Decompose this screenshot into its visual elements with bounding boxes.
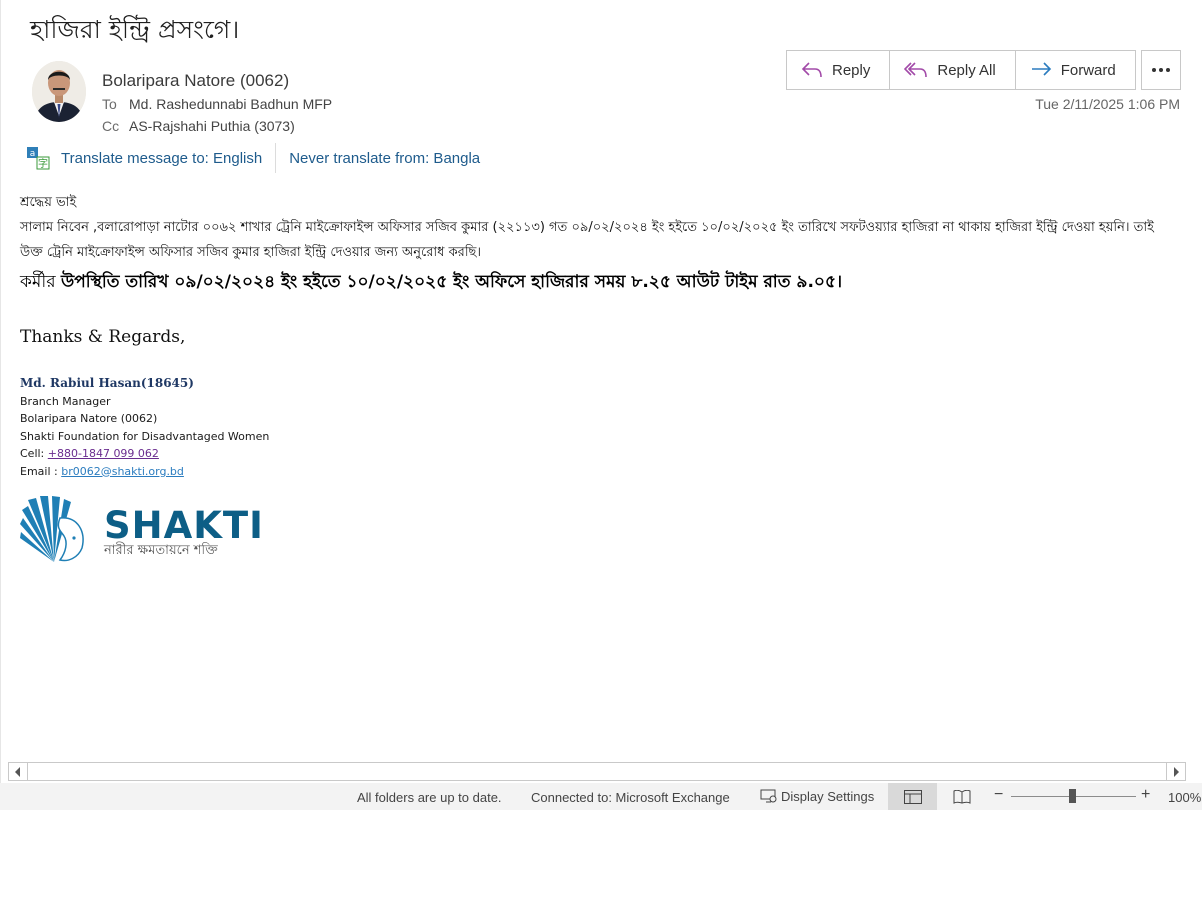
translate-message-link[interactable]: Translate message to: English [61,150,262,167]
scroll-right-button[interactable] [1166,763,1185,780]
never-translate-link[interactable]: Never translate from: Bangla [289,150,480,167]
connection-status: Connected to: Microsoft Exchange [531,790,730,805]
translate-bar: a 字 Translate message to: English Never … [26,143,480,173]
signature-org: Shakti Foundation for Disadvantaged Wome… [20,429,270,443]
attendance-line: কর্মীর উপস্থিতি তারিখ ০৯/০২/২০২৪ ইং হইতে… [20,269,1180,297]
email-link[interactable]: br0062@shakti.org.bd [61,465,184,478]
window-edge [0,0,1,810]
signature-name: Md. Rabiul Hasan(18645) [20,376,194,390]
closing: Thanks & Regards, [20,327,186,347]
body-paragraph: সালাম নিবেন ,বলারোপাড়া নাটোর ০০৬২ শাখার… [20,220,1154,260]
message-body: শ্রদ্ধেয় ভাই সালাম নিবেন ,বলারোপাড়া না… [20,193,1180,480]
sender-avatar[interactable] [32,61,86,122]
sent-date: Tue 2/11/2025 1:06 PM [1035,96,1180,112]
to-line: To Md. Rashedunnabi Badhun MFP [102,96,332,112]
reply-label: Reply [832,61,871,79]
cc-line: Cc AS-Rajshahi Puthia (3073) [102,118,295,134]
reply-icon [801,62,822,78]
email-subject: হাজিরা ইন্ট্রি প্রসংগে। [30,15,240,44]
translate-divider [275,143,277,173]
message-actions: Reply Reply All Forward [786,50,1136,90]
attendance-details: উপস্থিতি তারিখ ০৯/০২/২০২৪ ইং হইতে ১০/০২/… [60,272,843,292]
shakti-logo: SHAKTI নারীর ক্ষমতায়নে শক্তি [20,496,263,564]
email-label: Email : [20,464,62,478]
forward-button[interactable]: Forward [1016,51,1135,89]
reading-view-button[interactable] [937,783,986,810]
sender-name[interactable]: Bolaripara Natore (0062) [102,71,289,91]
reading-view-icon [953,789,970,804]
zoom-out-button[interactable]: − [994,786,1003,804]
phone-link[interactable]: +880-1847 099 062 [48,447,159,460]
horizontal-scrollbar[interactable] [8,762,1186,781]
cc-label: Cc [102,118,120,134]
signature-email: Email : br0062@shakti.org.bd [20,463,1180,481]
scroll-left-button[interactable] [9,763,28,780]
to-recipient[interactable]: Md. Rashedunnabi Badhun MFP [129,96,332,112]
normal-view-icon [903,789,922,804]
greeting: শ্রদ্ধেয় ভাই [20,195,77,210]
signature-branch: Bolaripara Natore (0062) [20,412,158,425]
reply-all-label: Reply All [937,61,996,79]
reply-all-icon [904,62,928,78]
sync-status: All folders are up to date. [357,790,502,805]
forward-icon [1031,62,1051,76]
zoom-slider-thumb[interactable] [1069,789,1076,803]
signature: Md. Rabiul Hasan(18645) Branch Manager B… [20,375,1180,480]
cc-recipient[interactable]: AS-Rajshahi Puthia (3073) [129,118,295,134]
zoom-in-button[interactable]: + [1141,786,1150,804]
translate-icon: a 字 [27,147,50,170]
sun-rays-icon [20,496,84,562]
reply-all-button[interactable]: Reply All [890,51,1016,89]
attendance-prefix: কর্মীর [20,272,61,292]
forward-label: Forward [1060,61,1116,79]
svg-text:a: a [30,149,36,159]
zoom-level[interactable]: 100% [1168,790,1201,805]
reply-button[interactable]: Reply [787,51,891,89]
logo-tagline: নারীর ক্ষমতায়নে শক্তি [104,543,218,558]
signature-title: Branch Manager [20,394,111,408]
display-settings-button[interactable]: Display Settings [760,788,874,804]
chevron-left-icon [15,766,20,777]
display-settings-icon [760,789,777,803]
status-bar: All folders are up to date. Connected to… [0,783,1202,810]
more-actions-button[interactable] [1141,50,1181,90]
ellipsis-icon [1152,68,1170,72]
signature-cell: Cell: +880-1847 099 062 [20,445,1180,463]
display-settings-label: Display Settings [781,788,875,804]
svg-text:字: 字 [38,157,48,170]
cell-label: Cell: [20,447,48,460]
to-label: To [102,96,117,112]
normal-view-button[interactable] [888,783,937,810]
chevron-right-icon [1174,766,1179,777]
